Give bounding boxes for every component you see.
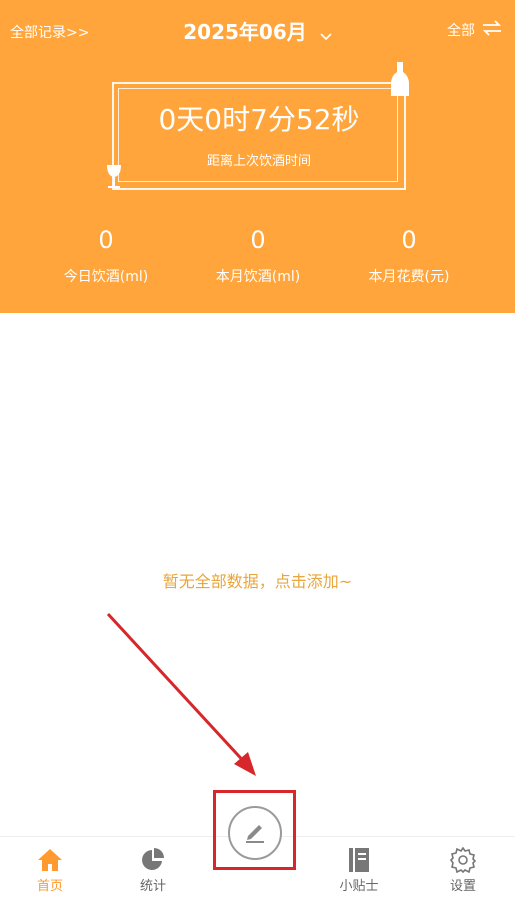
tab-home-label: 首页 [36, 879, 63, 894]
tab-statistics-label: 统计 [139, 879, 166, 894]
annotation-arrow [106, 612, 256, 776]
tab-home[interactable]: 首页 [15, 847, 85, 894]
gear-icon [428, 847, 498, 873]
tab-settings-label: 设置 [449, 879, 476, 894]
tab-statistics[interactable]: 统计 [118, 847, 188, 894]
tab-tips-label: 小贴士 [339, 879, 379, 894]
tab-tips[interactable]: 小贴士 [324, 847, 394, 894]
annotation-highlight-box [213, 790, 296, 870]
home-icon [15, 847, 85, 873]
pie-chart-icon [118, 847, 188, 873]
notebook-icon [324, 847, 394, 873]
tab-settings[interactable]: 设置 [428, 847, 498, 894]
